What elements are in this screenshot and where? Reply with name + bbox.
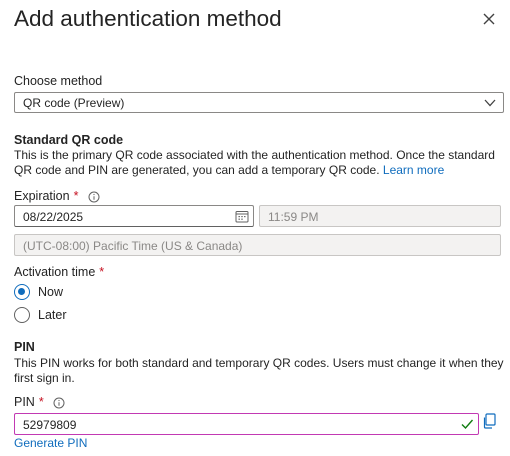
pin-label-text: PIN [14, 395, 35, 409]
radio-now-label[interactable]: Now [38, 285, 63, 299]
info-icon[interactable] [53, 397, 65, 409]
chevron-down-icon [484, 99, 496, 107]
required-mark: * [73, 189, 79, 203]
calendar-icon[interactable] [235, 210, 249, 223]
copy-pin-button[interactable] [482, 413, 498, 431]
timezone-value: (UTC-08:00) Pacific Time (US & Canada) [23, 239, 243, 253]
pin-description: This PIN works for both standard and tem… [14, 356, 504, 385]
expiration-date-input[interactable]: 08/22/2025 [14, 205, 254, 227]
pin-value: 52979809 [23, 418, 77, 432]
standard-qr-description: This is the primary QR code associated w… [14, 148, 506, 178]
copy-icon[interactable] [482, 413, 496, 429]
expiration-time-input: 11:59 PM [259, 205, 501, 227]
close-icon[interactable] [478, 8, 500, 30]
radio-now[interactable] [14, 284, 30, 300]
method-select[interactable]: QR code (Preview) [14, 92, 504, 113]
panel-title: Add authentication method [14, 6, 282, 31]
activation-time-label-text: Activation time [14, 265, 96, 279]
required-mark: * [99, 265, 105, 279]
choose-method-label: Choose method [14, 74, 103, 88]
info-icon[interactable] [88, 191, 100, 203]
pin-label: PIN * [14, 395, 65, 409]
expiration-label: Expiration * [14, 189, 100, 203]
radio-later[interactable] [14, 307, 30, 323]
pin-section-title: PIN [14, 340, 35, 354]
expiration-time-value: 11:59 PM [268, 210, 319, 224]
pin-input[interactable]: 52979809 [14, 413, 479, 435]
method-select-value: QR code (Preview) [23, 96, 125, 110]
standard-qr-title: Standard QR code [14, 133, 124, 147]
checkmark-icon [461, 419, 474, 430]
expiration-date-value: 08/22/2025 [23, 210, 84, 224]
activation-time-label: Activation time * [14, 265, 104, 279]
generate-pin-link[interactable]: Generate PIN [14, 436, 87, 450]
timezone-input: (UTC-08:00) Pacific Time (US & Canada) [14, 234, 501, 256]
required-mark: * [38, 395, 44, 409]
expiration-label-text: Expiration [14, 189, 70, 203]
radio-later-label[interactable]: Later [38, 308, 67, 322]
learn-more-link[interactable]: Learn more [383, 163, 444, 177]
close-button[interactable] [478, 8, 500, 30]
